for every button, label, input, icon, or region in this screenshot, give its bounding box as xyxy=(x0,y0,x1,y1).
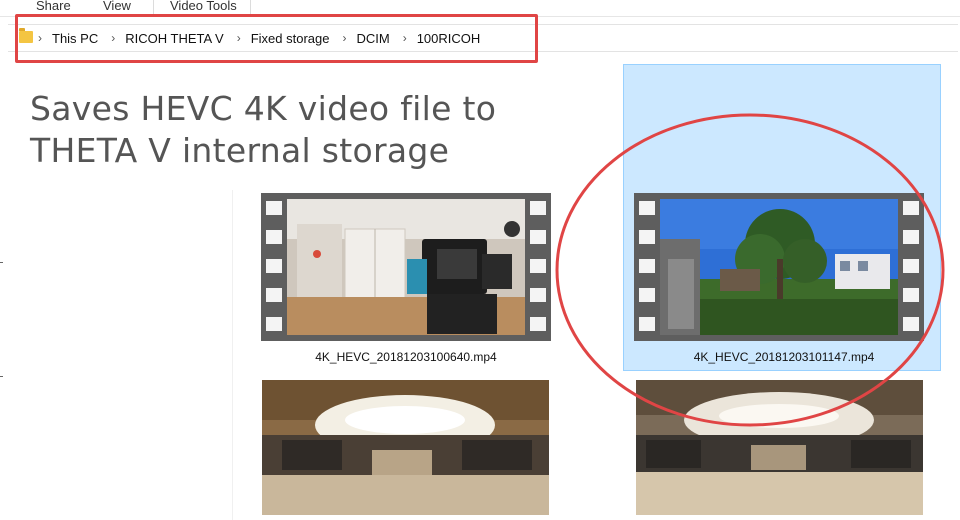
annotation-caption: Saves HEVC 4K video file to THETA V inte… xyxy=(30,88,590,172)
garden-scene-image xyxy=(660,199,898,335)
file-name-2: 4K_HEVC_20181203101147.mp4 xyxy=(693,350,875,364)
room-scene-image xyxy=(287,199,525,335)
edge-mark xyxy=(0,262,3,263)
file-name-1: 4K_HEVC_20181203100640.mp4 xyxy=(315,350,497,364)
film-holes-right xyxy=(525,193,551,341)
caption-line-2: THETA V internal storage xyxy=(30,131,450,170)
tab-video-tools[interactable]: Video Tools xyxy=(170,0,237,13)
tab-share[interactable]: Share xyxy=(36,0,71,13)
film-holes-right xyxy=(898,193,924,341)
film-holes-left xyxy=(634,193,660,341)
address-highlight-annotation xyxy=(15,14,538,63)
panorama-thumbnail-2[interactable] xyxy=(636,380,923,515)
caption-line-1: Saves HEVC 4K video file to xyxy=(30,89,497,128)
video-thumbnail-2[interactable] xyxy=(634,193,924,341)
film-holes-left xyxy=(261,193,287,341)
tab-view[interactable]: View xyxy=(103,0,131,13)
video-frame-room xyxy=(287,199,525,335)
mall-panorama-image xyxy=(262,380,549,515)
panorama-thumbnail-1[interactable] xyxy=(262,380,549,515)
video-frame-garden xyxy=(660,199,898,335)
pane-divider xyxy=(232,190,233,520)
video-thumbnail-1[interactable] xyxy=(261,193,551,341)
lobby-panorama-image xyxy=(636,380,923,515)
edge-mark xyxy=(0,376,3,377)
